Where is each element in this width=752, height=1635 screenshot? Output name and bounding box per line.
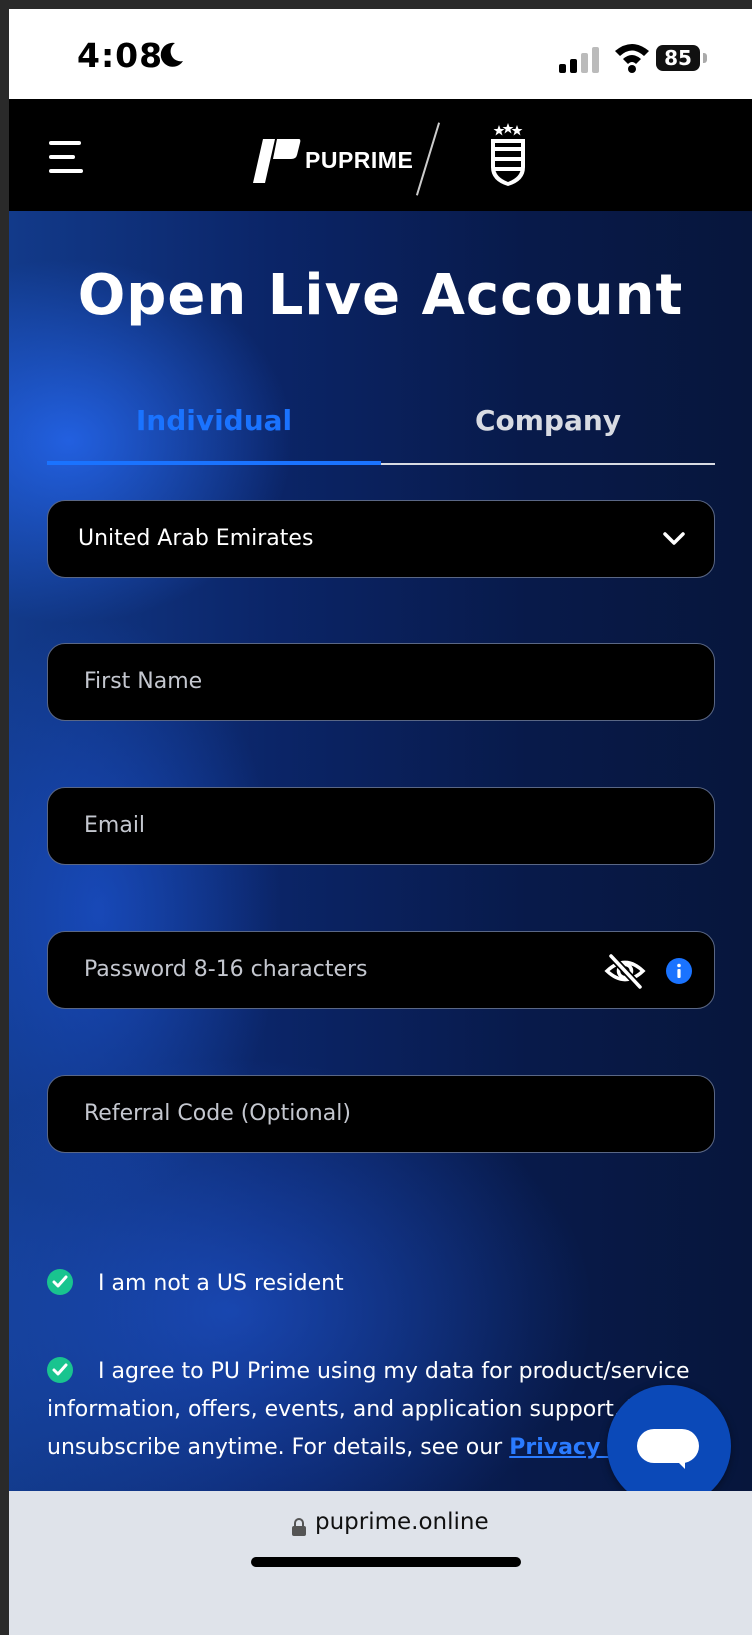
chat-icon (637, 1429, 699, 1463)
first-name-placeholder: First Name (84, 669, 203, 694)
us-resident-checkbox[interactable] (47, 1269, 73, 1295)
check-icon (52, 1363, 68, 1376)
eye-off-icon[interactable] (604, 950, 646, 992)
puprime-logo-mark (253, 139, 301, 183)
email-field[interactable]: Email (47, 787, 715, 865)
battery-icon: 85 (656, 45, 710, 73)
check-icon (52, 1275, 68, 1288)
data-consent-line-3-text: unsubscribe anytime. For details, see ou… (47, 1435, 510, 1460)
info-icon[interactable] (666, 958, 692, 984)
chevron-down-icon (663, 532, 685, 545)
registration-content: Open Live Account Individual Company Uni… (9, 211, 752, 1491)
menu-icon[interactable] (49, 141, 85, 173)
home-indicator[interactable] (251, 1557, 521, 1567)
data-consent-checkbox[interactable] (47, 1357, 73, 1383)
tab-individual[interactable]: Individual (47, 393, 381, 465)
status-time: 4:08 (77, 36, 164, 75)
page-title: Open Live Account (77, 263, 684, 328)
chat-button[interactable] (607, 1385, 731, 1507)
account-type-tabs: Individual Company (47, 393, 715, 465)
battery-level: 85 (664, 46, 692, 70)
puprime-logo[interactable]: PUPRIME (253, 135, 423, 185)
data-consent-line-1: I agree to PU Prime using my data for pr… (98, 1359, 690, 1384)
lock-icon (292, 1518, 306, 1536)
phone-screen: 4:08 85 PUPRIME Open Live Account Indivi… (9, 9, 752, 1635)
top-navigation: PUPRIME (9, 99, 752, 211)
status-bar: 4:08 85 (9, 9, 752, 99)
us-resident-label: I am not a US resident (98, 1271, 344, 1296)
chat-icon-tail (673, 1457, 685, 1469)
first-name-field[interactable]: First Name (47, 643, 715, 721)
country-value: United Arab Emirates (78, 526, 314, 551)
password-placeholder: Password 8-16 characters (84, 957, 368, 982)
signal-icon (559, 47, 599, 73)
moon-icon (160, 42, 183, 67)
country-select[interactable]: United Arab Emirates (47, 500, 715, 578)
data-consent-line-2: information, offers, events, and applica… (47, 1397, 652, 1422)
brand-name: PUPRIME (305, 147, 414, 173)
referral-placeholder: Referral Code (Optional) (84, 1101, 351, 1126)
afa-crest (491, 123, 525, 186)
url-text[interactable]: puprime.online (315, 1509, 489, 1535)
wifi-icon (615, 44, 649, 73)
password-field[interactable]: Password 8-16 characters (47, 931, 715, 1009)
browser-address-bar[interactable]: puprime.online (9, 1491, 752, 1635)
referral-code-field[interactable]: Referral Code (Optional) (47, 1075, 715, 1153)
data-consent-line-3: unsubscribe anytime. For details, see ou… (47, 1429, 654, 1467)
tab-company[interactable]: Company (381, 393, 715, 465)
email-placeholder: Email (84, 813, 146, 838)
